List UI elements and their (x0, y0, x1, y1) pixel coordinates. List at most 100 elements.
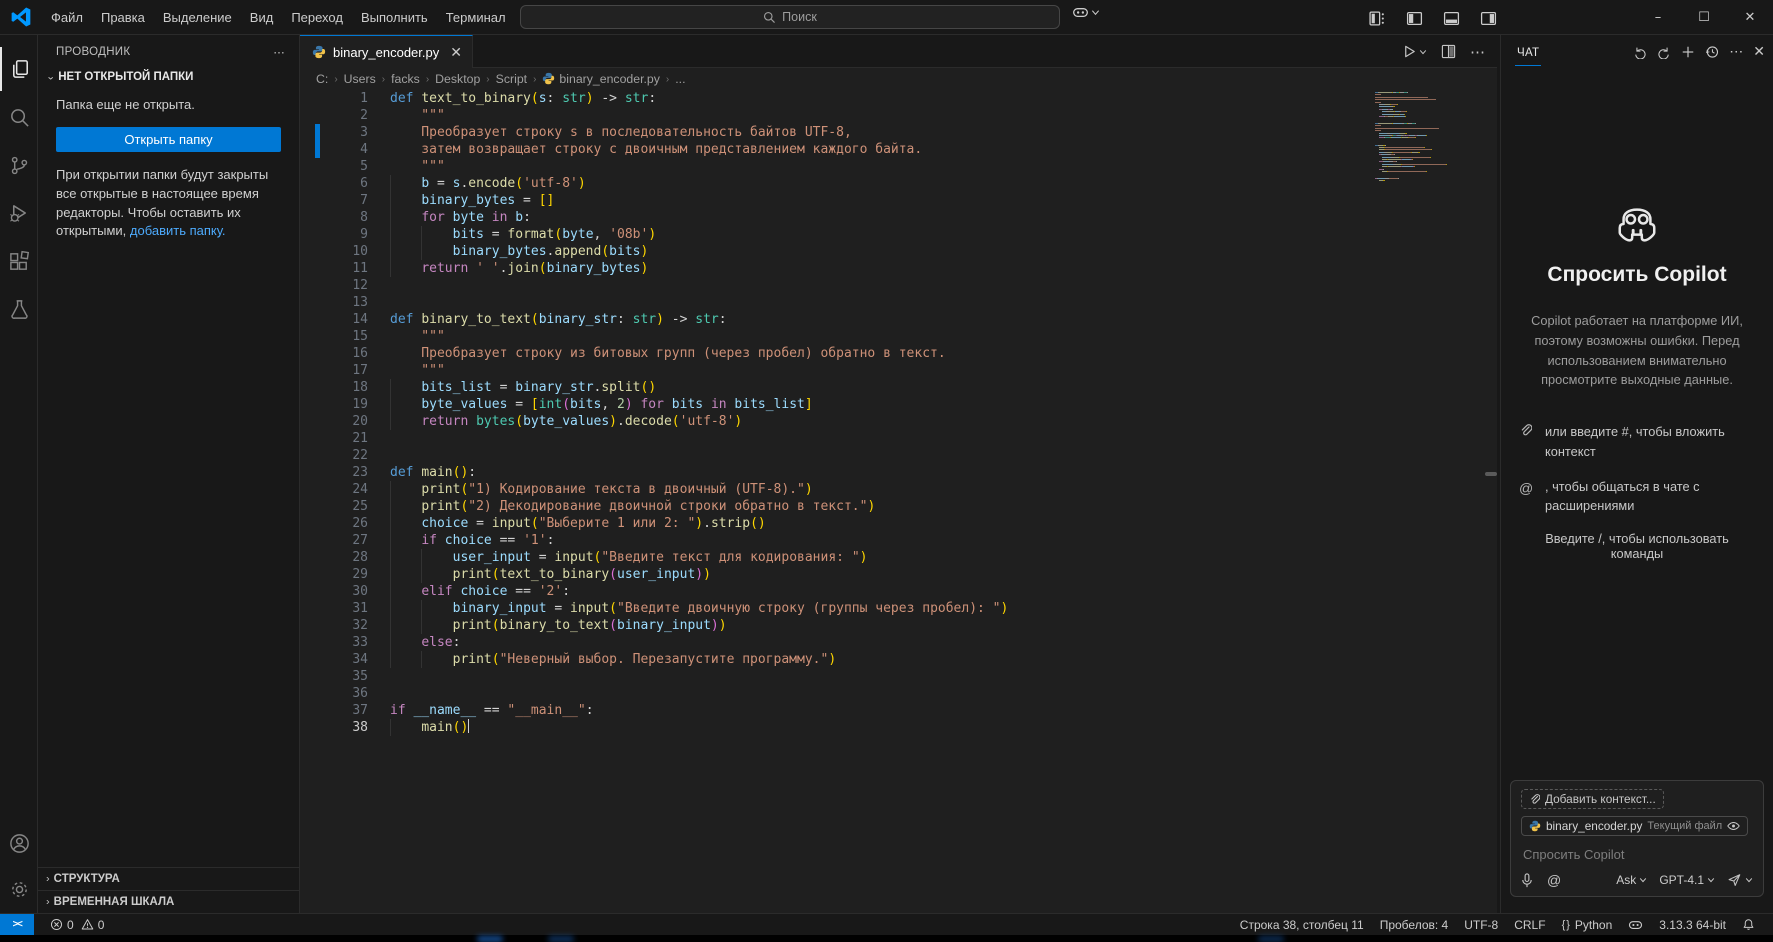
code-line-30[interactable]: 30 elif choice == '2': (300, 583, 1497, 600)
code-line-15[interactable]: 15 """ (300, 328, 1497, 345)
outline-section-header[interactable]: › СТРУКТУРА (38, 867, 300, 890)
status-python-interpreter[interactable]: 3.13.3 64-bit (1651, 914, 1734, 936)
code-line-11[interactable]: 11 return ' '.join(binary_bytes) (300, 260, 1497, 277)
activity-settings-gear-icon[interactable] (0, 867, 38, 911)
code-line-18[interactable]: 18 bits_list = binary_str.split() (300, 379, 1497, 396)
tab-close-icon[interactable]: ✕ (450, 44, 462, 61)
menu-переход[interactable]: Переход (282, 6, 352, 29)
breadcrumb-segment[interactable]: Desktop (435, 72, 480, 86)
attached-file-chip[interactable]: binary_encoder.py Текущий файл (1521, 816, 1748, 836)
menu-выделение[interactable]: Выделение (154, 6, 241, 29)
code-line-21[interactable]: 21 (300, 430, 1497, 447)
toggle-secondary-sidebar-icon[interactable] (1474, 6, 1502, 30)
menu-выполнить[interactable]: Выполнить (352, 6, 437, 29)
editor-scrollbar[interactable] (1485, 472, 1497, 476)
code-line-12[interactable]: 12 (300, 277, 1497, 294)
code-line-32[interactable]: 32 print(binary_to_text(binary_input)) (300, 617, 1497, 634)
code-line-22[interactable]: 22 (300, 447, 1497, 464)
menu-терминал[interactable]: Терминал (437, 6, 515, 29)
code-line-16[interactable]: 16 Преобразует строку из битовых групп (… (300, 345, 1497, 362)
split-editor-icon[interactable] (1441, 44, 1456, 59)
sidebar-more-icon[interactable]: ⋯ (273, 45, 285, 59)
send-button[interactable] (1727, 873, 1753, 887)
activity-files-icon[interactable] (0, 47, 38, 91)
code-line-38[interactable]: 38 main() (300, 719, 1497, 736)
status-copilot-status[interactable] (1620, 914, 1651, 936)
code-line-3[interactable]: 3 Преобразует строку s в последовательно… (300, 124, 1497, 141)
code-line-37[interactable]: 37if __name__ == "__main__": (300, 702, 1497, 719)
problems-status[interactable]: 0 0 (42, 914, 112, 936)
sidebar-section-no-folder[interactable]: ⌄ НЕТ ОТКРЫТОЙ ПАПКИ (38, 67, 299, 86)
status-notifications[interactable] (1734, 914, 1763, 936)
code-line-19[interactable]: 19 byte_values = [int(bits, 2) for bits … (300, 396, 1497, 413)
breadcrumb-segment[interactable]: binary_encoder.py (542, 72, 660, 86)
code-line-29[interactable]: 29 print(text_to_binary(user_input)) (300, 566, 1497, 583)
close-window-button[interactable]: ✕ (1727, 0, 1773, 34)
maximize-button[interactable]: ☐ (1681, 0, 1727, 34)
minimize-button[interactable]: – (1635, 0, 1681, 34)
code-line-25[interactable]: 25 print("2) Декодирование двоичной стро… (300, 498, 1497, 515)
menu-правка[interactable]: Правка (92, 6, 154, 29)
chat-mode-select[interactable]: Ask (1616, 873, 1647, 887)
code-line-27[interactable]: 27 if choice == '1': (300, 532, 1497, 549)
activity-run-debug-icon[interactable] (0, 191, 38, 235)
model-select[interactable]: GPT-4.1 (1659, 873, 1715, 887)
remote-indicator[interactable]: >< (0, 914, 34, 936)
chat-tab[interactable]: ЧАТ (1515, 39, 1541, 66)
chat-redo-icon[interactable] (1657, 45, 1671, 59)
code-line-4[interactable]: 4 затем возвращает строку с двоичным пре… (300, 141, 1497, 158)
activity-search-icon[interactable] (0, 95, 38, 139)
status-language-mode[interactable]: {}Python (1554, 914, 1621, 936)
code-line-26[interactable]: 26 choice = input("Выберите 1 или 2: ").… (300, 515, 1497, 532)
tab-binary-encoder[interactable]: binary_encoder.py ✕ (300, 35, 473, 68)
code-line-14[interactable]: 14def binary_to_text(binary_str: str) ->… (300, 311, 1497, 328)
customize-layout-icon[interactable] (1363, 6, 1391, 30)
breadcrumb-segment[interactable]: Users (344, 72, 376, 86)
code-line-6[interactable]: 6 b = s.encode('utf-8') (300, 175, 1497, 192)
timeline-section-header[interactable]: › ВРЕМЕННАЯ ШКАЛА (38, 890, 300, 913)
status-encoding[interactable]: UTF-8 (1456, 914, 1506, 936)
open-folder-button[interactable]: Открыть папку (56, 127, 281, 152)
code-line-13[interactable]: 13 (300, 294, 1497, 311)
code-line-2[interactable]: 2 """ (300, 107, 1497, 124)
code-line-28[interactable]: 28 user_input = input("Введите текст для… (300, 549, 1497, 566)
microphone-icon[interactable] (1521, 873, 1533, 888)
menu-файл[interactable]: Файл (42, 6, 92, 29)
code-editor[interactable]: 1def text_to_binary(s: str) -> str:2 """… (300, 90, 1497, 913)
add-folder-link[interactable]: добавить папку. (130, 223, 226, 238)
chat-undo-icon[interactable] (1633, 45, 1647, 59)
editor-more-actions-icon[interactable]: ⋯ (1470, 43, 1485, 61)
chat-input-placeholder[interactable]: Спросить Copilot (1521, 845, 1753, 872)
status-cursor-position[interactable]: Строка 38, столбец 11 (1232, 914, 1372, 936)
code-line-35[interactable]: 35 (300, 668, 1497, 685)
code-line-17[interactable]: 17 """ (300, 362, 1497, 379)
code-line-10[interactable]: 10 binary_bytes.append(bits) (300, 243, 1497, 260)
code-line-8[interactable]: 8 for byte in b: (300, 209, 1497, 226)
code-line-36[interactable]: 36 (300, 685, 1497, 702)
mention-icon[interactable]: @ (1547, 872, 1561, 888)
code-line-23[interactable]: 23def main(): (300, 464, 1497, 481)
code-line-31[interactable]: 31 binary_input = input("Введите двоичну… (300, 600, 1497, 617)
code-line-20[interactable]: 20 return bytes(byte_values).decode('utf… (300, 413, 1497, 430)
chat-history-icon[interactable] (1705, 45, 1719, 59)
toggle-panel-icon[interactable] (1437, 6, 1465, 30)
activity-account-icon[interactable] (0, 821, 38, 865)
chat-close-icon[interactable]: ✕ (1753, 43, 1765, 61)
menu-вид[interactable]: Вид (241, 6, 283, 29)
code-line-24[interactable]: 24 print("1) Кодирование текста в двоичн… (300, 481, 1497, 498)
run-python-button[interactable] (1402, 44, 1427, 59)
code-line-33[interactable]: 33 else: (300, 634, 1497, 651)
chat-input-box[interactable]: Добавить контекст... binary_encoder.py Т… (1510, 780, 1764, 897)
activity-source-control-icon[interactable] (0, 143, 38, 187)
copilot-titlebar-button[interactable] (1072, 5, 1100, 20)
toggle-sidebar-icon[interactable] (1400, 6, 1428, 30)
chat-new-chat-icon[interactable] (1681, 45, 1695, 59)
command-center-search[interactable]: Поиск (520, 5, 1060, 29)
minimap[interactable] (1375, 92, 1467, 183)
activity-testing-icon[interactable] (0, 287, 38, 331)
activity-extensions-icon[interactable] (0, 239, 38, 283)
breadcrumb-segment[interactable]: ... (675, 72, 685, 86)
breadcrumb-segment[interactable]: Script (496, 72, 527, 86)
code-line-34[interactable]: 34 print("Неверный выбор. Перезапустите … (300, 651, 1497, 668)
breadcrumb-segment[interactable]: facks (391, 72, 420, 86)
